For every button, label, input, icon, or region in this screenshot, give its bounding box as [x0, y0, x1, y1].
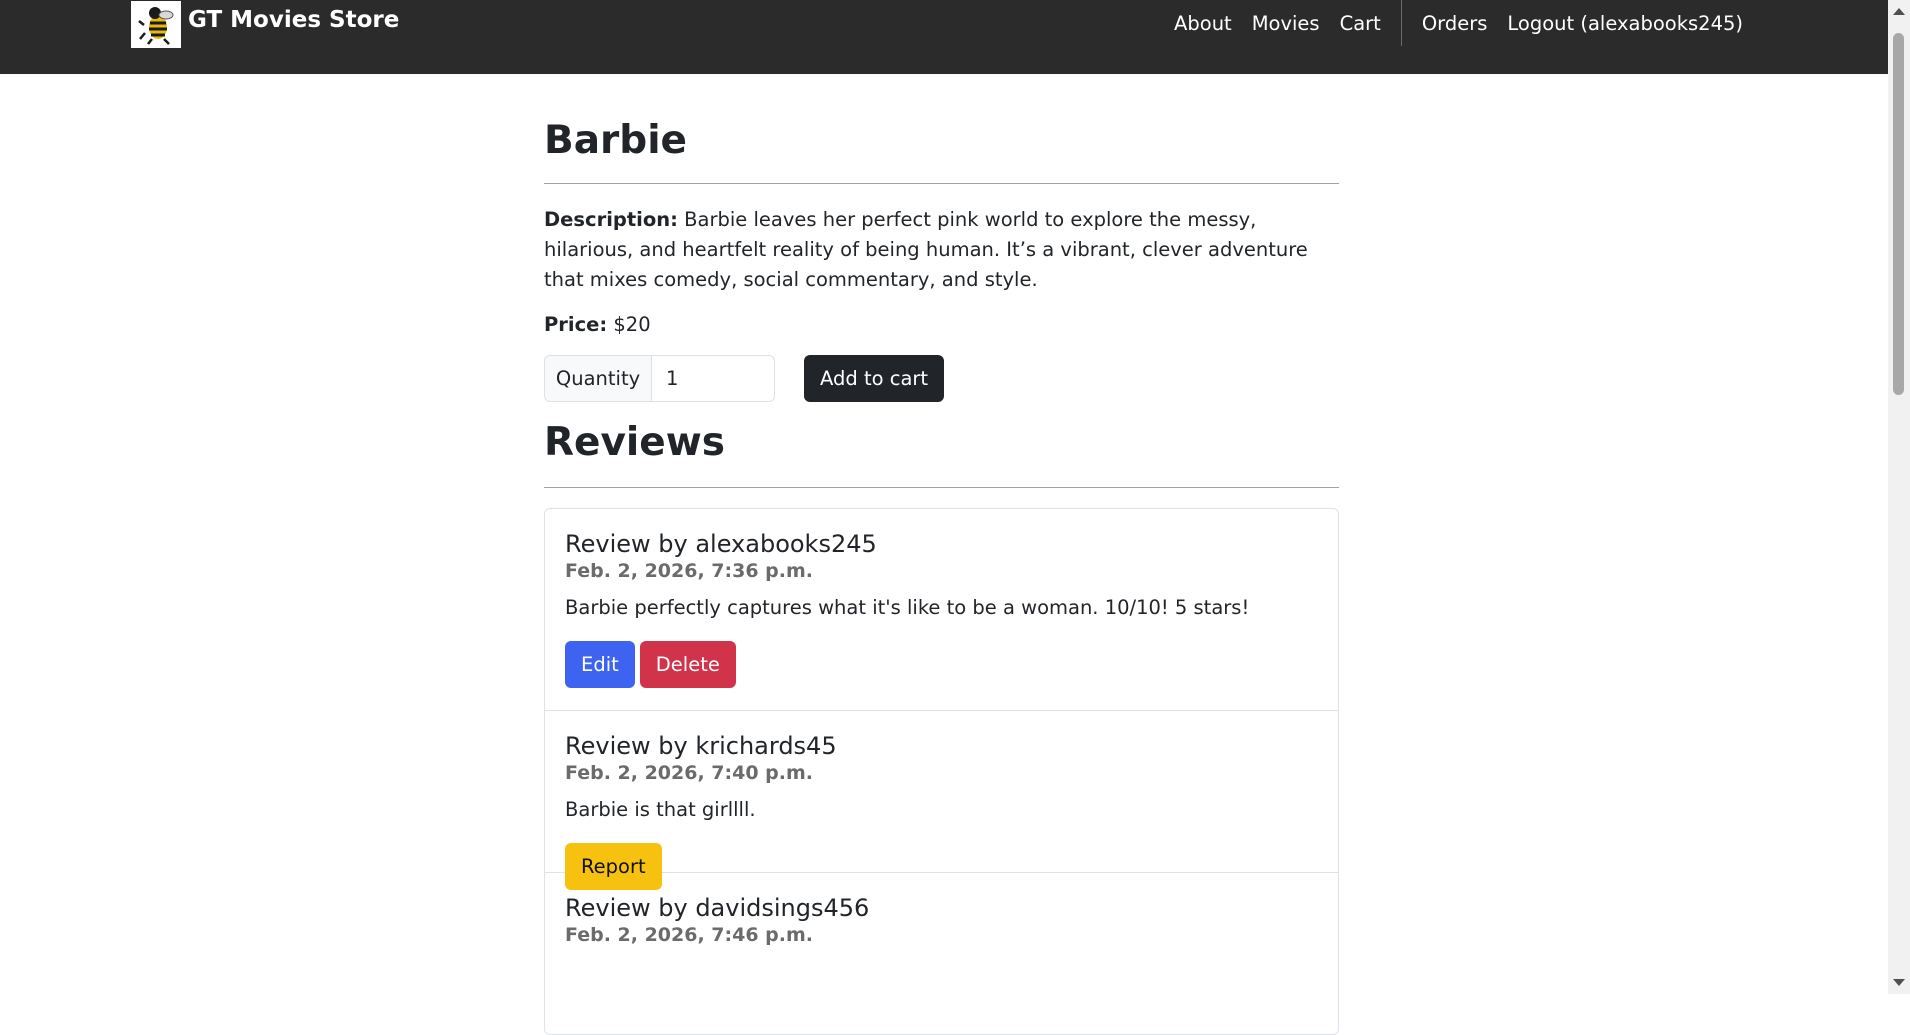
brand[interactable]: GT Movies Store: [131, 0, 399, 48]
movie-title: Barbie: [544, 118, 688, 163]
review-date: Feb. 2, 2026, 7:36 p.m.: [565, 560, 814, 582]
nav-about[interactable]: About: [1174, 12, 1232, 35]
quantity-group: Quantity: [544, 355, 775, 402]
divider: [544, 183, 1339, 184]
brand-name[interactable]: GT Movies Store: [188, 7, 399, 33]
scroll-down-arrow-icon[interactable]: [1893, 979, 1905, 986]
review-item: Review by alexabooks245 Feb. 2, 2026, 7:…: [545, 509, 1338, 710]
price-value: $20: [613, 313, 651, 336]
quantity-input[interactable]: [652, 355, 775, 402]
review-text: Barbie perfectly captures what it's like…: [565, 596, 1250, 619]
review-date: Feb. 2, 2026, 7:40 p.m.: [565, 762, 814, 784]
nav-menu: About Movies Cart Orders Logout (alexabo…: [1174, 0, 1743, 46]
scrollbar-thumb[interactable]: [1893, 33, 1904, 395]
review-title: Review by krichards45: [565, 732, 837, 760]
movie-price: Price: $20: [544, 310, 1339, 340]
delete-review-button[interactable]: Delete: [639, 641, 736, 688]
review-text: Barbie is that girllll.: [565, 798, 756, 821]
movie-description: Description: Barbie leaves her perfect p…: [544, 205, 1339, 295]
scroll-up-arrow-icon[interactable]: [1893, 8, 1905, 15]
quantity-label: Quantity: [544, 355, 652, 402]
review-item: Review by krichards45 Feb. 2, 2026, 7:40…: [545, 710, 1338, 890]
description-label: Description:: [544, 208, 678, 231]
nav-movies[interactable]: Movies: [1252, 12, 1320, 35]
review-date: Feb. 2, 2026, 7:46 p.m.: [565, 924, 814, 946]
divider: [544, 487, 1339, 488]
nav-divider: [1400, 0, 1402, 46]
page-scrollbar[interactable]: [1888, 0, 1910, 994]
review-item: Review by davidsings456 Feb. 2, 2026, 7:…: [545, 872, 1338, 1034]
nav-logout[interactable]: Logout (alexabooks245): [1507, 12, 1743, 35]
movie-detail: Barbie Description: Barbie leaves her pe…: [544, 74, 1339, 1035]
add-to-cart-button[interactable]: Add to cart: [804, 355, 945, 402]
report-review-button[interactable]: Report: [565, 843, 662, 890]
review-list: Review by alexabooks245 Feb. 2, 2026, 7:…: [544, 508, 1339, 1035]
review-actions: Edit Delete: [565, 641, 1318, 688]
add-to-cart-form: Quantity Add to cart: [544, 355, 1339, 402]
review-title: Review by alexabooks245: [565, 530, 877, 558]
nav-orders[interactable]: Orders: [1422, 12, 1488, 35]
navbar: GT Movies Store About Movies Cart Orders…: [0, 0, 1888, 74]
review-title: Review by davidsings456: [565, 894, 870, 922]
nav-cart[interactable]: Cart: [1340, 12, 1381, 35]
edit-review-button[interactable]: Edit: [565, 641, 635, 688]
yellow-jacket-logo-icon: [131, 0, 181, 48]
price-label: Price:: [544, 313, 608, 336]
reviews-heading: Reviews: [544, 420, 725, 465]
